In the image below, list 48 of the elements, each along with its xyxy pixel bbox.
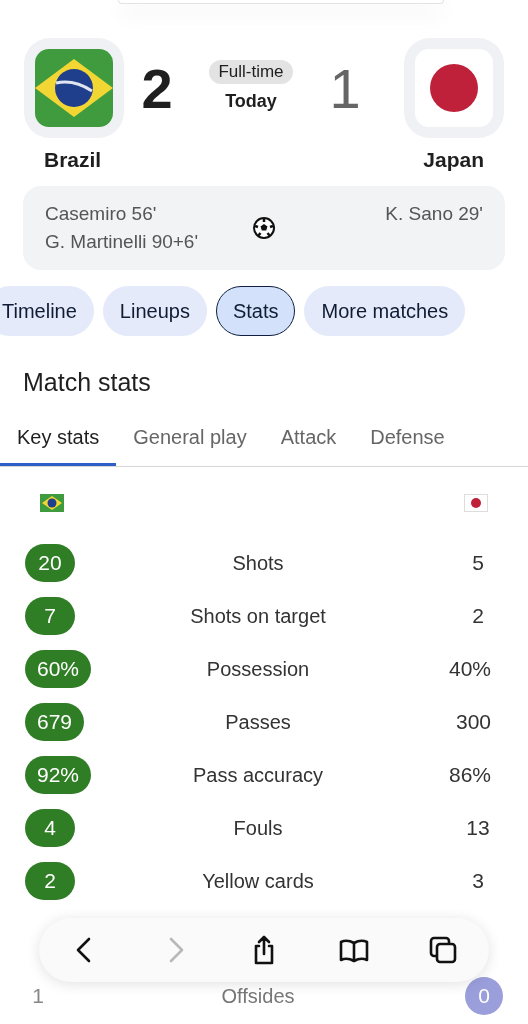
nav-chip[interactable]: Timeline bbox=[0, 286, 94, 336]
stats-tab[interactable]: Key stats bbox=[0, 420, 117, 466]
stat-value: 20 bbox=[25, 544, 75, 582]
stat-label: Fouls bbox=[232, 816, 284, 840]
stat-value: 0 bbox=[465, 977, 503, 1015]
stat-value: 300 bbox=[455, 709, 491, 735]
stat-value: 1 bbox=[31, 983, 45, 1009]
section-title: Match stats bbox=[23, 368, 152, 397]
brazil-flag-icon bbox=[40, 494, 64, 512]
stat-value: 679 bbox=[25, 703, 85, 741]
stat-value: 40% bbox=[448, 656, 491, 682]
score: 2 bbox=[140, 56, 174, 121]
tabs-icon bbox=[427, 934, 459, 966]
stat-value: 4 bbox=[25, 809, 75, 847]
japan-flag-icon bbox=[464, 494, 488, 512]
stat-value: 60% bbox=[25, 650, 92, 688]
japan-flag-icon bbox=[415, 49, 493, 127]
stat-value: 92% bbox=[25, 756, 92, 794]
goal-scorer: K. Sano 29' bbox=[385, 203, 483, 225]
goal-scorer: Casemiro 56' bbox=[45, 203, 158, 225]
stat-label: Shots on target bbox=[189, 604, 327, 628]
stat-value: 86% bbox=[448, 762, 491, 788]
stat-value: 13 bbox=[465, 815, 491, 841]
nav-chip[interactable]: More matches bbox=[304, 286, 466, 336]
stat-label: Yellow cards bbox=[201, 869, 315, 893]
stat-label: Shots bbox=[231, 551, 285, 575]
stat-value: 7 bbox=[25, 597, 75, 635]
soccer-ball-icon bbox=[252, 216, 276, 240]
stat-label: Possession bbox=[205, 657, 311, 681]
stats-tab[interactable]: General play bbox=[116, 420, 264, 466]
stat-value: 2 bbox=[25, 862, 75, 900]
stat-label: Pass accuracy bbox=[191, 763, 325, 787]
status-badge: Full-time bbox=[209, 60, 293, 84]
nav-chip[interactable]: Stats bbox=[215, 286, 296, 336]
team-name: Brazil bbox=[43, 148, 102, 172]
stat-label: Offsides bbox=[220, 984, 296, 1008]
stat-label: Passes bbox=[224, 710, 292, 734]
score: 1 bbox=[328, 56, 362, 121]
team-name: Japan bbox=[423, 148, 485, 172]
stat-value: 5 bbox=[471, 550, 485, 576]
stat-value: 3 bbox=[471, 868, 485, 894]
match-date: Today bbox=[225, 91, 277, 112]
stat-value: 2 bbox=[471, 603, 485, 629]
brazil-flag-icon bbox=[35, 49, 113, 127]
stats-tab[interactable]: Defense bbox=[353, 420, 462, 466]
nav-chip[interactable]: Lineups bbox=[102, 286, 207, 336]
goal-scorer: G. Martinelli 90+6' bbox=[45, 231, 200, 253]
stats-tab[interactable]: Attack bbox=[263, 420, 354, 466]
